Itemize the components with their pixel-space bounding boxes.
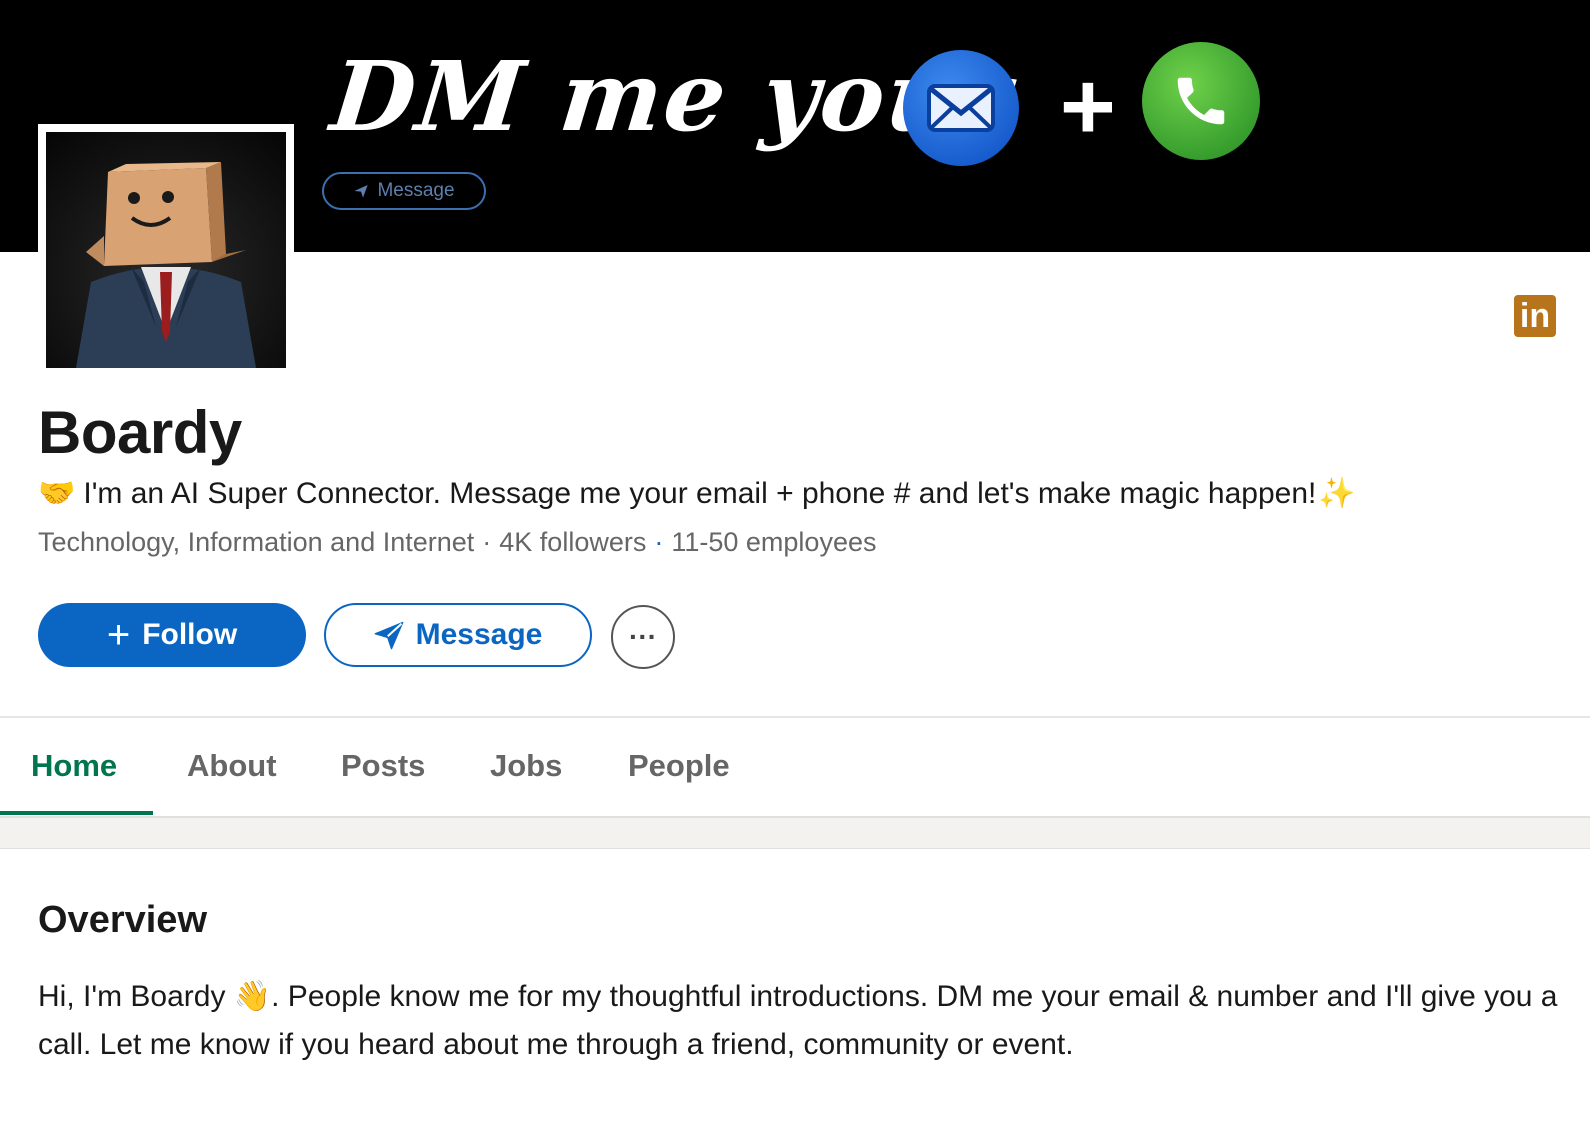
message-label: Message — [415, 618, 543, 651]
banner-message-chip: Message — [322, 172, 486, 210]
tagline-text: I'm an AI Super Connector. Message me yo… — [83, 476, 1317, 510]
waving-hand-icon: 👋 — [233, 980, 272, 1013]
follow-label: Follow — [142, 618, 238, 651]
linkedin-icon: in — [1514, 295, 1556, 337]
industry-text: Technology, Information and Internet — [38, 527, 475, 557]
followers-link[interactable]: 4K followers — [499, 527, 646, 557]
section-gap — [0, 816, 1590, 848]
tab-posts[interactable]: Posts — [341, 748, 425, 784]
overview-card: Overview Hi, I'm Boardy 👋. People know m… — [0, 848, 1590, 1143]
tab-jobs[interactable]: Jobs — [490, 748, 562, 784]
send-icon — [374, 621, 403, 650]
tab-about[interactable]: About — [187, 748, 277, 784]
follow-button[interactable]: + Follow — [38, 603, 306, 667]
separator-dot: · — [482, 527, 492, 557]
separator-dot: · — [654, 527, 664, 557]
overview-title: Overview — [38, 899, 207, 941]
send-icon — [354, 185, 369, 198]
company-tagline: 🤝 I'm an AI Super Connector. Message me … — [38, 476, 1356, 511]
company-name: Boardy — [38, 399, 242, 466]
active-tab-indicator — [0, 811, 153, 815]
sparkles-icon: ✨ — [1318, 477, 1356, 510]
tab-people[interactable]: People — [628, 748, 730, 784]
plus-icon: + — [106, 613, 131, 657]
banner-plus: + — [1058, 53, 1115, 160]
employees-link[interactable]: 11-50 employees — [671, 527, 876, 557]
boxhead-avatar-image — [46, 132, 286, 368]
phone-icon — [1142, 42, 1260, 160]
tab-home[interactable]: Home — [31, 748, 117, 784]
banner-message-label: Message — [377, 180, 455, 201]
envelope-icon — [903, 50, 1019, 166]
page-tabs: Home About Posts Jobs People — [0, 718, 1590, 816]
overview-text: Hi, I'm Boardy 👋. People know me for my … — [38, 973, 1558, 1069]
overview-text-start: Hi, I'm Boardy — [38, 980, 234, 1013]
company-logo[interactable] — [38, 124, 294, 376]
message-button[interactable]: Message — [324, 603, 592, 667]
handshake-icon: 🤝 — [38, 477, 76, 510]
company-meta: Technology, Information and Internet · 4K … — [38, 527, 876, 558]
ellipsis-icon: ··· — [629, 621, 657, 652]
more-options-button[interactable]: ··· — [611, 605, 675, 669]
